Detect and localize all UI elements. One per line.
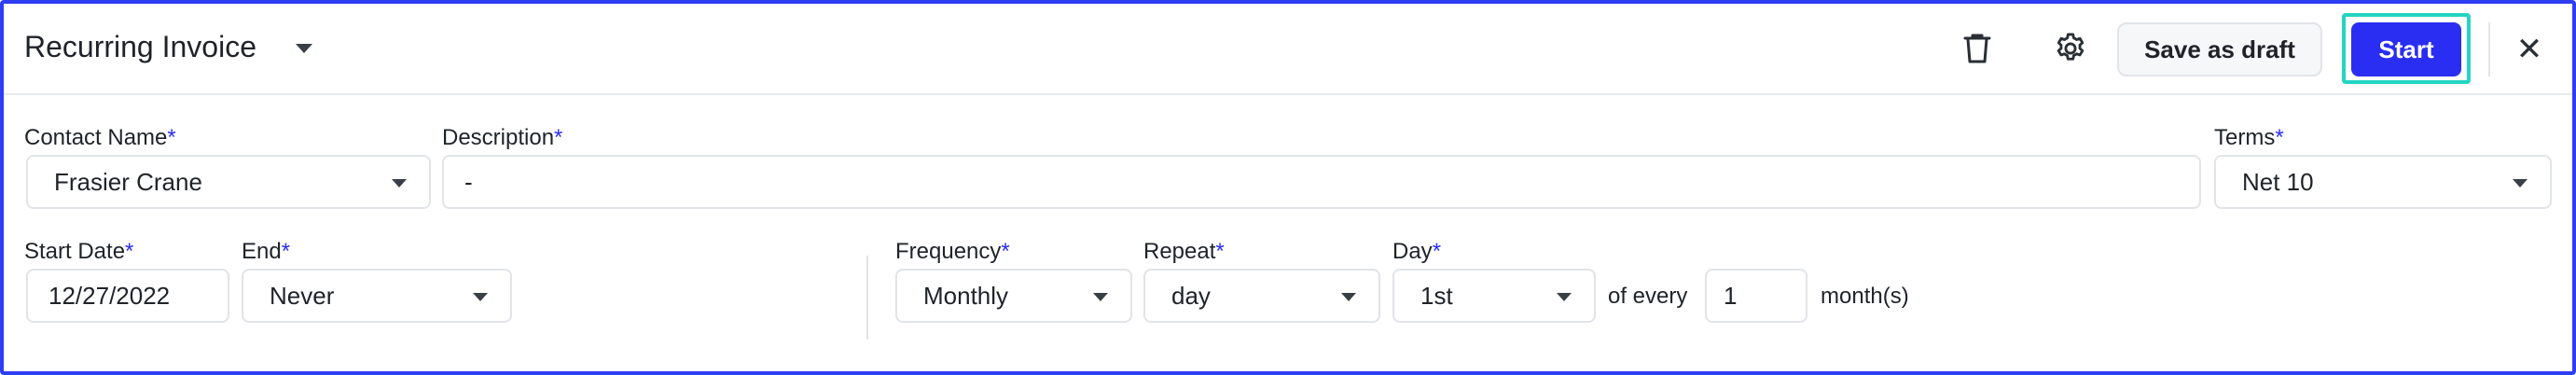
description-input[interactable]: -: [442, 155, 2201, 209]
chevron-down-icon: [473, 293, 488, 301]
contact-name-select[interactable]: Frasier Crane: [26, 155, 431, 209]
section-divider: [866, 256, 868, 340]
interval-input[interactable]: 1: [1705, 269, 1807, 323]
repeat-select[interactable]: day: [1143, 269, 1380, 323]
description-label: Description*: [442, 125, 563, 150]
required-mark: *: [281, 239, 291, 264]
recurring-invoice-panel: Recurring Invoice Save as draft Start ✕ …: [0, 0, 2576, 375]
chevron-down-icon: [1341, 293, 1356, 301]
gear-icon: [2057, 33, 2084, 61]
interval-value: 1: [1724, 281, 1738, 310]
close-icon: ✕: [2515, 32, 2543, 67]
header-divider: [2488, 22, 2490, 76]
required-mark: *: [1001, 239, 1010, 264]
terms-label: Terms*: [2214, 125, 2284, 150]
repeat-label: Repeat*: [1143, 239, 1225, 264]
title-dropdown-chevron-icon[interactable]: [296, 44, 312, 53]
end-label: End*: [242, 239, 291, 264]
chevron-down-icon: [1557, 293, 1572, 301]
description-value: -: [464, 167, 473, 196]
required-mark: *: [2275, 125, 2284, 150]
day-label: Day*: [1392, 239, 1442, 264]
required-mark: *: [1215, 239, 1225, 264]
chevron-down-icon: [2513, 179, 2528, 188]
frequency-label: Frequency*: [895, 239, 1010, 264]
page-title: Recurring Invoice: [24, 30, 256, 63]
panel-header: Recurring Invoice Save as draft Start ✕: [4, 4, 2572, 95]
day-value: 1st: [1420, 281, 1453, 310]
required-mark: *: [125, 239, 134, 264]
required-mark: *: [1432, 239, 1442, 264]
frequency-select[interactable]: Monthly: [895, 269, 1132, 323]
frequency-value: Monthly: [923, 281, 1009, 310]
settings-button[interactable]: [2044, 22, 2097, 75]
save-as-draft-button[interactable]: Save as draft: [2117, 22, 2322, 76]
month-unit-text: month(s): [1821, 284, 1909, 309]
required-mark: *: [167, 125, 176, 150]
terms-select[interactable]: Net 10: [2214, 155, 2552, 209]
terms-value: Net 10: [2242, 167, 2314, 196]
of-every-text: of every: [1608, 284, 1688, 309]
chevron-down-icon: [1093, 293, 1108, 301]
start-date-value: 12/27/2022: [48, 281, 171, 310]
start-button[interactable]: Start: [2351, 22, 2461, 76]
trash-icon: [1963, 34, 1991, 63]
end-select[interactable]: Never: [242, 269, 512, 323]
start-date-label: Start Date*: [24, 239, 134, 264]
required-mark: *: [554, 125, 563, 150]
start-date-input[interactable]: 12/27/2022: [26, 269, 229, 323]
contact-name-label: Contact Name*: [24, 125, 176, 150]
end-value: Never: [270, 281, 335, 310]
day-select[interactable]: 1st: [1392, 269, 1596, 323]
chevron-down-icon: [392, 179, 407, 188]
repeat-value: day: [1171, 281, 1211, 310]
delete-button[interactable]: [1951, 22, 2003, 75]
contact-name-value: Frasier Crane: [54, 167, 202, 196]
close-button[interactable]: ✕: [2506, 24, 2553, 75]
